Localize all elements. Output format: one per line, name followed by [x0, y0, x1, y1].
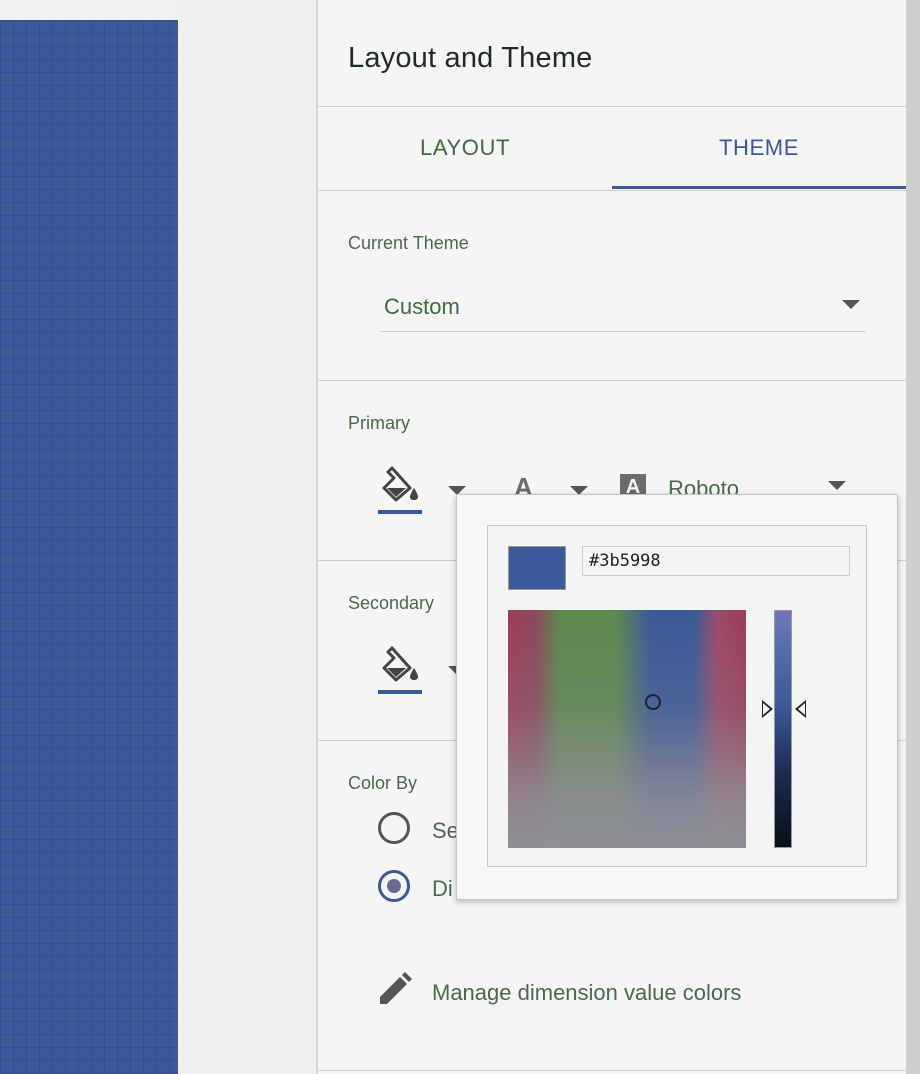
active-tab-indicator — [612, 186, 906, 189]
chevron-down-icon — [842, 300, 860, 309]
color-picker-popup — [456, 494, 898, 900]
current-theme-label: Current Theme — [348, 233, 469, 253]
hue-slider[interactable] — [774, 610, 792, 848]
primary-label: Primary — [348, 413, 410, 433]
report-canvas — [0, 20, 178, 1074]
tab-theme[interactable]: THEME — [612, 135, 906, 191]
primary-fill-color-button[interactable] — [378, 464, 422, 514]
hex-color-input[interactable] — [582, 546, 850, 576]
color-by-series-radio[interactable] — [378, 812, 410, 844]
divider — [318, 106, 908, 107]
hue-slider-handle-right[interactable] — [795, 700, 806, 718]
hue-slider-handle-left[interactable] — [762, 700, 773, 718]
paint-bucket-icon — [382, 466, 418, 502]
divider — [318, 190, 908, 191]
secondary-fill-color-button[interactable] — [378, 644, 422, 694]
canvas-margin — [178, 0, 316, 1074]
color-by-dimension-label: Di — [432, 876, 453, 901]
tab-layout[interactable]: LAYOUT — [318, 135, 612, 191]
divider — [318, 1070, 908, 1071]
color-by-dimension-radio[interactable] — [378, 870, 410, 902]
selected-color-swatch — [508, 546, 566, 590]
fill-color-indicator — [378, 690, 422, 694]
scrollbar-track[interactable] — [906, 0, 920, 1074]
secondary-label: Secondary — [348, 593, 435, 613]
manage-dimension-colors-label: Manage dimension value colors — [432, 980, 742, 1005]
color-by-series-label: Se — [432, 818, 459, 843]
current-theme-value: Custom — [384, 294, 460, 319]
saturation-value-area[interactable] — [508, 610, 746, 848]
chevron-down-icon[interactable] — [828, 481, 846, 490]
current-theme-select[interactable]: Custom — [380, 288, 866, 332]
color-by-label: Color By — [348, 773, 418, 793]
pencil-icon — [380, 972, 412, 1004]
color-picker — [487, 525, 867, 867]
paint-bucket-icon — [382, 646, 418, 682]
panel-title: Layout and Theme — [348, 42, 593, 74]
divider — [318, 380, 908, 381]
color-picker-cursor[interactable] — [645, 694, 661, 710]
fill-color-indicator — [378, 510, 422, 514]
